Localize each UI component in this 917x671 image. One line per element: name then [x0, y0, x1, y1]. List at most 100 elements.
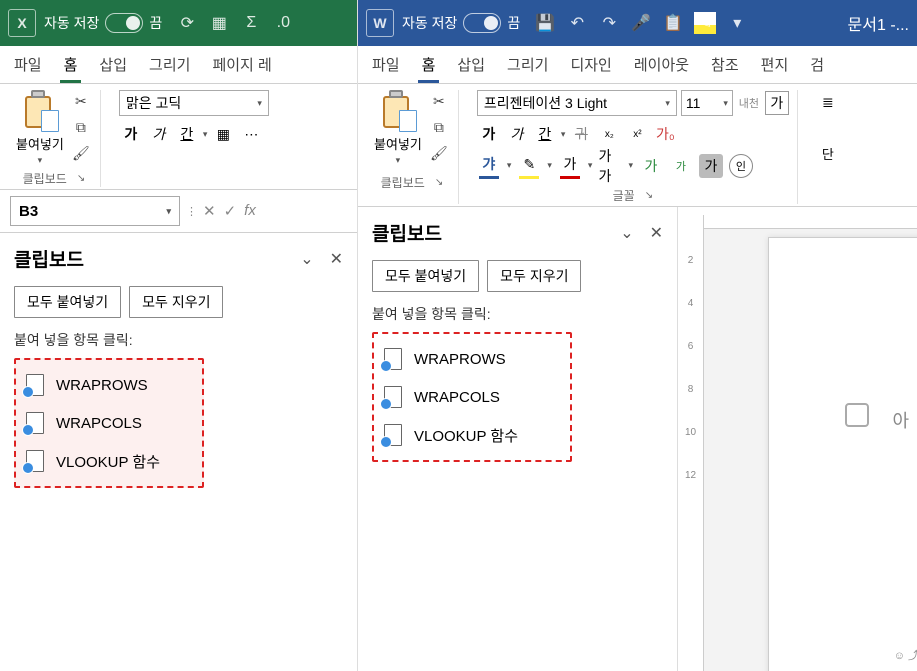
- font-name-arrow[interactable]: ▾: [665, 98, 670, 109]
- tab-review[interactable]: 검: [806, 48, 828, 83]
- paste-dropdown-arrow[interactable]: ▾: [38, 155, 43, 166]
- tab-design[interactable]: 디자인: [566, 48, 615, 83]
- text-effects-button[interactable]: 가₀: [653, 122, 677, 146]
- clipboard-item[interactable]: WRAPCOLS: [378, 378, 566, 416]
- refresh-icon[interactable]: ⟳: [176, 12, 198, 34]
- clipboard-item[interactable]: VLOOKUP 함수: [20, 442, 198, 480]
- fx-icon[interactable]: fx: [244, 202, 256, 220]
- enclose-char-in-button[interactable]: 인: [729, 154, 753, 178]
- document-canvas[interactable]: ㄴ 2 4 6 8 10 12 아 ☺ ⤴: [678, 207, 917, 671]
- autosum-icon[interactable]: Σ: [240, 12, 262, 34]
- strikethrough-button[interactable]: 귀: [569, 122, 593, 146]
- paste-dropdown-arrow[interactable]: ▾: [396, 155, 401, 166]
- autosave-toggle[interactable]: 자동 저장 끔: [44, 13, 162, 33]
- bold-button[interactable]: 가: [119, 122, 143, 146]
- name-box[interactable]: B3 ▾: [10, 196, 180, 226]
- tab-pagelayout[interactable]: 페이지 레: [208, 48, 275, 83]
- pane-options-chevron[interactable]: ⌄: [620, 223, 633, 243]
- font-name-combobox[interactable]: 맑은 고딕 ▾: [119, 90, 269, 116]
- copy-icon[interactable]: ⧉: [428, 116, 450, 138]
- grow-font-button[interactable]: 가: [639, 154, 663, 178]
- decimal-icon[interactable]: .0: [272, 12, 294, 34]
- paragraph-lines-icon[interactable]: ≣: [816, 90, 840, 114]
- underline-button[interactable]: 간: [533, 122, 557, 146]
- tab-home[interactable]: 홈: [418, 48, 440, 83]
- format-painter-icon[interactable]: 🖌: [70, 142, 92, 164]
- tab-draw[interactable]: 그리기: [145, 48, 194, 83]
- clipboard-dialog-launcher[interactable]: ↘: [77, 173, 85, 184]
- shrink-font-button[interactable]: 가: [669, 154, 693, 178]
- tab-file[interactable]: 파일: [10, 48, 46, 83]
- bold-button[interactable]: 가: [477, 122, 501, 146]
- highlighter-icon[interactable]: ✎: [694, 12, 716, 34]
- tab-insert[interactable]: 삽입: [453, 48, 489, 83]
- excel-app-icon: X: [8, 9, 36, 37]
- cut-icon[interactable]: ✂: [70, 90, 92, 112]
- misc-button[interactable]: ⋯: [239, 122, 263, 146]
- tab-file[interactable]: 파일: [368, 48, 404, 83]
- cancel-formula-icon[interactable]: ✕: [203, 202, 216, 220]
- redo-icon[interactable]: ↷: [598, 12, 620, 34]
- horizontal-ruler[interactable]: [704, 207, 917, 229]
- format-painter-icon[interactable]: 🖌: [428, 142, 450, 164]
- underline-arrow[interactable]: ▾: [561, 129, 566, 140]
- pane-close-icon[interactable]: ✕: [650, 223, 663, 243]
- subscript-button[interactable]: x₂: [597, 122, 621, 146]
- clipboard-dialog-launcher[interactable]: ↘: [435, 177, 443, 188]
- save-icon[interactable]: ▦: [208, 12, 230, 34]
- autosave-toggle[interactable]: 자동 저장 끔: [402, 13, 520, 33]
- clip-doc-icon: [26, 412, 44, 434]
- italic-button[interactable]: 가: [505, 122, 529, 146]
- clear-all-button[interactable]: 모두 지우기: [129, 286, 223, 318]
- paste-all-button[interactable]: 모두 붙여넣기: [372, 260, 479, 292]
- clipboard-item[interactable]: WRAPROWS: [20, 366, 198, 404]
- autosave-switch[interactable]: [105, 13, 143, 33]
- pane-close-icon[interactable]: ✕: [330, 249, 343, 269]
- font-size-arrow[interactable]: ▾: [723, 98, 728, 109]
- name-box-arrow[interactable]: ▾: [166, 206, 171, 217]
- clipboard-item[interactable]: WRAPCOLS: [20, 404, 198, 442]
- pane-options-chevron[interactable]: ⌄: [300, 249, 313, 269]
- highlighter-button[interactable]: ✎: [517, 152, 541, 179]
- save-icon[interactable]: 💾: [534, 12, 556, 34]
- mic-icon[interactable]: 🎤: [630, 12, 652, 34]
- qat-more-arrow[interactable]: ▾: [726, 12, 748, 34]
- tab-insert[interactable]: 삽입: [95, 48, 131, 83]
- underline-button[interactable]: 간: [175, 122, 199, 146]
- font-size-combobox[interactable]: 11 ▾: [681, 90, 733, 116]
- char-spacing-button[interactable]: 가가: [598, 154, 622, 178]
- italic-button[interactable]: 가: [147, 122, 171, 146]
- clipboard-qat-icon[interactable]: 📋: [662, 12, 684, 34]
- font-dialog-launcher[interactable]: ↘: [645, 190, 653, 201]
- clipboard-item[interactable]: VLOOKUP 함수: [378, 416, 566, 454]
- font-name-combobox[interactable]: 프리젠테이션 3 Light ▾: [477, 90, 677, 116]
- vertical-ruler[interactable]: 2 4 6 8 10 12: [678, 215, 704, 671]
- paste-button[interactable]: 붙여넣기 ▾: [16, 90, 64, 166]
- tab-references[interactable]: 참조: [707, 48, 743, 83]
- underline-arrow[interactable]: ▾: [203, 129, 208, 140]
- paste-all-button[interactable]: 모두 붙여넣기: [14, 286, 121, 318]
- clear-all-button[interactable]: 모두 지우기: [487, 260, 581, 292]
- enclose-char-ga-button[interactable]: 가: [699, 154, 723, 178]
- superscript-button[interactable]: x²: [625, 122, 649, 146]
- border-button[interactable]: ▦: [211, 122, 235, 146]
- document-page[interactable]: [768, 237, 917, 671]
- clipboard-item-text: VLOOKUP 함수: [414, 425, 518, 446]
- tab-draw[interactable]: 그리기: [503, 48, 552, 83]
- copilot-side-icon[interactable]: [845, 403, 869, 427]
- copy-icon[interactable]: ⧉: [70, 116, 92, 138]
- tab-home[interactable]: 홈: [60, 48, 82, 83]
- tab-mailings[interactable]: 편지: [757, 48, 793, 83]
- hanja-box-button[interactable]: 가: [765, 91, 789, 115]
- text-highlight-blue-button[interactable]: 갸: [477, 152, 501, 179]
- paste-button[interactable]: 붙여넣기 ▾: [374, 90, 422, 166]
- font-color-button[interactable]: 가: [558, 152, 582, 179]
- clipboard-item[interactable]: WRAPROWS: [378, 340, 566, 378]
- tab-layout[interactable]: 레이아웃: [630, 48, 693, 83]
- font-name-arrow[interactable]: ▾: [257, 98, 262, 109]
- clipboard-pane-title: 클립보드: [14, 245, 84, 272]
- accept-formula-icon[interactable]: ✓: [224, 202, 237, 220]
- undo-icon[interactable]: ↶: [566, 12, 588, 34]
- autosave-switch[interactable]: [463, 13, 501, 33]
- cut-icon[interactable]: ✂: [428, 90, 450, 112]
